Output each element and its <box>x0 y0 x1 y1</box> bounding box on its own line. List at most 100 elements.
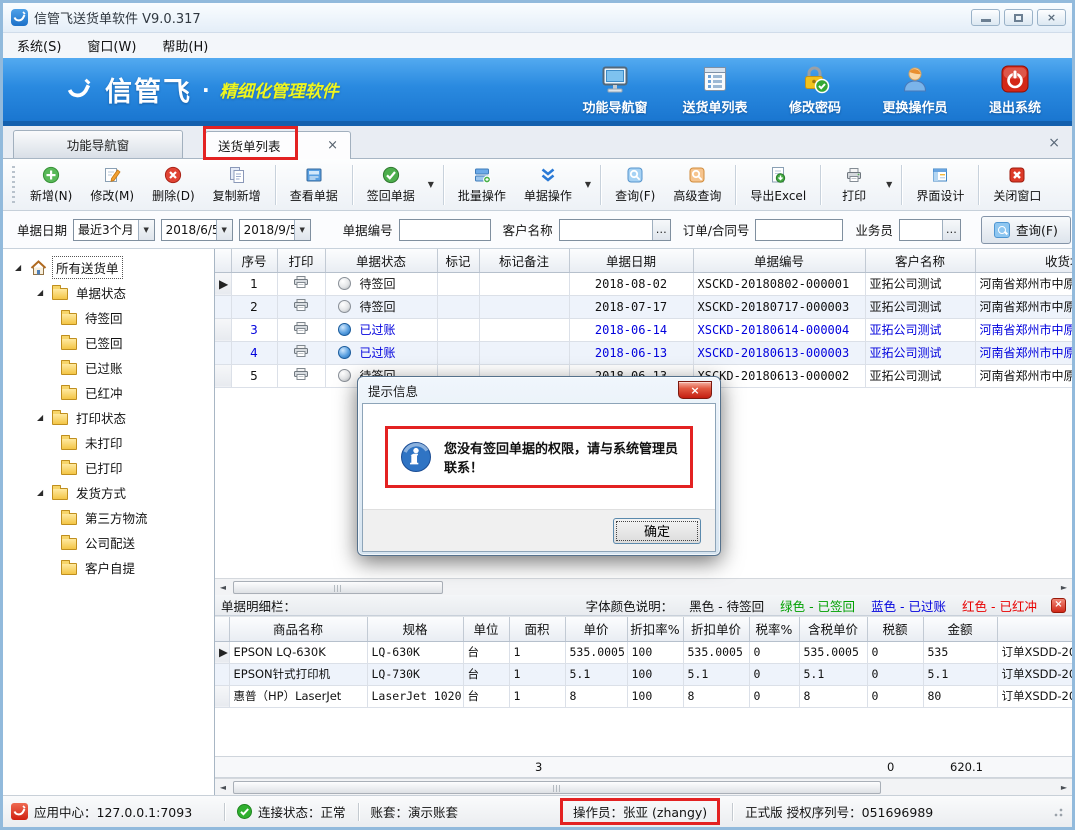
chevron-down-icon[interactable]: ▼ <box>294 220 310 240</box>
orders-hscrollbar[interactable]: ◄ ► <box>215 578 1072 595</box>
order-row[interactable]: ▶ 1 待签回 2018-08-02 XSCKD-20180802-000001… <box>215 272 1072 295</box>
dialog-title-bar[interactable]: 提示信息 × <box>362 377 716 403</box>
tab-delivery-list[interactable]: 送货单列表 × <box>205 131 351 159</box>
menu-help[interactable]: 帮助(H) <box>162 36 208 55</box>
order-row[interactable]: 2 待签回 2018-07-17 XSCKD-20180717-000003 亚… <box>215 295 1072 318</box>
col-code[interactable]: 单据编号 <box>693 249 865 272</box>
tree-item-print-status[interactable]: ◢打印状态 <box>5 405 212 430</box>
date-to-select[interactable]: 2018/9/5▼ <box>239 219 311 241</box>
dcol-tax[interactable]: 税额 <box>867 617 923 641</box>
col-print[interactable]: 打印 <box>277 249 325 272</box>
col-mark[interactable]: 标记 <box>437 249 479 272</box>
resize-grip[interactable] <box>1052 806 1064 818</box>
order-row[interactable]: 4 已过账 2018-06-13 XSCKD-20180613-000003 亚… <box>215 341 1072 364</box>
tree-item-posted[interactable]: 已过账 <box>5 355 212 380</box>
toolbar-drag-handle[interactable] <box>9 166 17 204</box>
dcol-amount[interactable]: 金额 <box>923 617 997 641</box>
tree-item-doc-status[interactable]: ◢单据状态 <box>5 280 212 305</box>
expander-icon[interactable]: ◢ <box>37 413 47 422</box>
tree-item-not-printed[interactable]: 未打印 <box>5 430 212 455</box>
order-input[interactable] <box>756 220 842 240</box>
tab-close-icon[interactable]: × <box>327 138 338 153</box>
edit-button[interactable]: 修改(M) <box>81 162 143 208</box>
detail-row[interactable]: 惠普（HP）LaserJet LaserJet 1020 台 1 8 100 8… <box>215 685 1072 707</box>
detail-row[interactable]: ▶ EPSON LQ-630K LQ-630K 台 1 535.0005 100… <box>215 641 1072 663</box>
banner-switch-operator[interactable]: 更换操作员 <box>872 64 958 116</box>
banner-nav-window[interactable]: 功能导航窗 <box>572 64 658 116</box>
dcol-unit[interactable]: 单位 <box>463 617 509 641</box>
expander-icon[interactable]: ◢ <box>37 288 47 297</box>
copy-new-button[interactable]: 复制新增 <box>204 162 270 208</box>
tree-item-all[interactable]: ◢所有送货单 <box>5 255 212 280</box>
expander-icon[interactable]: ◢ <box>15 263 25 272</box>
col-address[interactable]: 收货地址 <box>975 249 1072 272</box>
col-no[interactable]: 序号 <box>231 249 277 272</box>
col-mark-note[interactable]: 标记备注 <box>479 249 569 272</box>
menu-system[interactable]: 系统(S) <box>17 36 61 55</box>
view-doc-button[interactable]: 查看单据 <box>281 162 347 208</box>
sign-back-button[interactable]: 签回单据 <box>358 162 424 208</box>
dcol-product[interactable]: 商品名称 <box>229 617 367 641</box>
sign-back-dropdown-icon[interactable]: ▼ <box>424 180 438 189</box>
new-button[interactable]: 新增(N) <box>21 162 81 208</box>
dcol-tax-price[interactable]: 含税单价 <box>799 617 867 641</box>
banner-delivery-list[interactable]: 送货单列表 <box>672 64 758 116</box>
tree-item-red-flushed[interactable]: 已红冲 <box>5 380 212 405</box>
dcol-order[interactable] <box>997 617 1072 641</box>
date-preset-select[interactable]: 最近3个月▼ <box>73 219 155 241</box>
dcol-tax-rate[interactable]: 税率% <box>749 617 799 641</box>
col-customer[interactable]: 客户名称 <box>865 249 975 272</box>
ellipsis-button[interactable]: … <box>652 220 670 240</box>
scroll-thumb[interactable] <box>233 581 443 594</box>
tree-item-company-delivery[interactable]: 公司配送 <box>5 530 212 555</box>
detail-row[interactable]: EPSON针式打印机 LQ-730K 台 1 5.1 100 5.1 0 5.1… <box>215 663 1072 685</box>
customer-input[interactable] <box>560 220 652 240</box>
tree-item-customer-pickup[interactable]: 客户自提 <box>5 555 212 580</box>
scroll-left-icon[interactable]: ◄ <box>215 780 231 795</box>
chevron-down-icon[interactable]: ▼ <box>138 220 154 240</box>
export-excel-button[interactable]: 导出Excel <box>741 162 815 208</box>
ui-design-button[interactable]: 界面设计 <box>907 162 973 208</box>
scroll-thumb[interactable] <box>233 781 881 794</box>
ellipsis-button[interactable]: … <box>942 220 960 240</box>
scroll-right-icon[interactable]: ► <box>1056 580 1072 595</box>
date-from-select[interactable]: 2018/6/5▼ <box>161 219 233 241</box>
dcol-area[interactable]: 面积 <box>509 617 565 641</box>
dcol-price[interactable]: 单价 <box>565 617 627 641</box>
col-date[interactable]: 单据日期 <box>569 249 693 272</box>
ok-button[interactable]: 确定 <box>613 518 701 544</box>
query-button[interactable]: 查询(F) <box>606 162 664 208</box>
doc-ops-button[interactable]: 单据操作 <box>515 162 581 208</box>
doc-no-input[interactable] <box>400 220 490 240</box>
delete-button[interactable]: 删除(D) <box>143 162 204 208</box>
expander-icon[interactable]: ◢ <box>37 488 47 497</box>
order-row[interactable]: 3 已过账 2018-06-14 XSCKD-20180614-000004 亚… <box>215 318 1072 341</box>
detail-close-icon[interactable]: × <box>1051 598 1066 613</box>
banner-change-password[interactable]: 修改密码 <box>772 64 858 116</box>
menu-window[interactable]: 窗口(W) <box>87 36 136 55</box>
tree-item-pending-sign[interactable]: 待签回 <box>5 305 212 330</box>
scroll-right-icon[interactable]: ► <box>1056 780 1072 795</box>
tree-item-ship-method[interactable]: ◢发货方式 <box>5 480 212 505</box>
close-button[interactable]: × <box>1037 9 1066 26</box>
dcol-discount-rate[interactable]: 折扣率% <box>627 617 683 641</box>
close-window-button[interactable]: 关闭窗口 <box>984 162 1050 208</box>
batch-ops-button[interactable]: 批量操作 <box>449 162 515 208</box>
print-button[interactable]: 打印 <box>826 162 882 208</box>
print-dropdown-icon[interactable]: ▼ <box>882 180 896 189</box>
adv-query-button[interactable]: 高级查询 <box>664 162 730 208</box>
salesman-input[interactable] <box>900 220 942 240</box>
tabstrip-close-icon[interactable]: × <box>1048 136 1060 150</box>
banner-exit-system[interactable]: 退出系统 <box>972 64 1058 116</box>
minimize-button[interactable] <box>971 9 1000 26</box>
col-status[interactable]: 单据状态 <box>325 249 437 272</box>
tree-item-third-party[interactable]: 第三方物流 <box>5 505 212 530</box>
maximize-button[interactable] <box>1004 9 1033 26</box>
query-filter-button[interactable]: 查询(F) <box>981 216 1071 244</box>
detail-hscrollbar[interactable]: ◄ ► <box>215 778 1072 795</box>
tree-item-printed[interactable]: 已打印 <box>5 455 212 480</box>
doc-ops-dropdown-icon[interactable]: ▼ <box>581 180 595 189</box>
chevron-down-icon[interactable]: ▼ <box>216 220 232 240</box>
tree-item-signed[interactable]: 已签回 <box>5 330 212 355</box>
tab-nav-window[interactable]: 功能导航窗 <box>13 130 183 158</box>
